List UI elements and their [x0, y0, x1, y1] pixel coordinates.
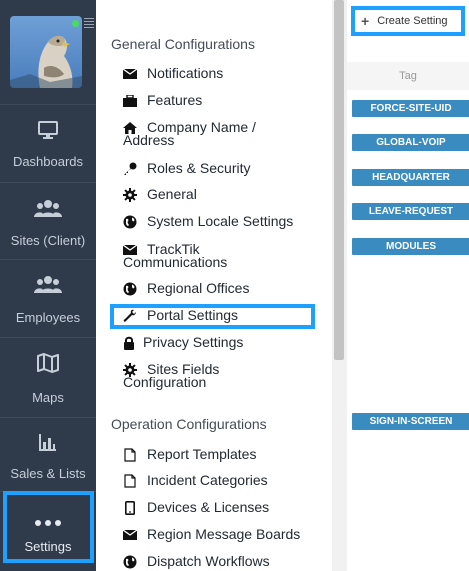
bar-chart-icon	[0, 432, 96, 457]
tag-column-header: Tag	[347, 62, 469, 90]
key-icon	[122, 162, 138, 176]
menu-item-tracktik-communications[interactable]: TrackTik Communications	[122, 242, 273, 269]
tag-headquarter[interactable]: HEADQUARTER	[352, 169, 469, 186]
gear-icon	[122, 188, 138, 202]
menu-item-sites-fields-configuration[interactable]: Sites Fields Configuration	[122, 362, 273, 389]
config-scrollbar-thumb[interactable]	[334, 0, 344, 360]
home-icon	[122, 121, 138, 135]
globe-icon	[122, 555, 138, 569]
monitor-icon	[0, 119, 96, 146]
tag-leave-request[interactable]: LEAVE-REQUEST	[352, 203, 469, 220]
sidebar-item-sites[interactable]: Sites (Client)	[0, 182, 96, 259]
menu-item-dispatch-workflows[interactable]: Dispatch Workflows	[122, 554, 270, 569]
envelope-icon	[122, 243, 138, 257]
profile-area	[0, 0, 96, 104]
portal-settings-highlight	[110, 304, 315, 329]
sidebar-item-label: Employees	[15, 310, 81, 325]
gear-icon	[122, 363, 138, 377]
briefcase-icon	[122, 94, 138, 108]
menu-item-privacy-settings[interactable]: Privacy Settings	[121, 335, 243, 350]
create-setting-label: Create Setting	[377, 15, 448, 27]
menu-item-system-locale-settings[interactable]: System Locale Settings	[122, 214, 293, 229]
people-icon	[0, 273, 96, 300]
file-icon	[122, 474, 138, 488]
mobile-icon	[122, 501, 138, 515]
tag-global-voip[interactable]: GLOBAL-VOIP	[352, 134, 469, 151]
general-configurations-heading: General Configurations	[111, 36, 255, 52]
menu-item-roles-security[interactable]: Roles & Security	[122, 161, 250, 176]
menu-item-incident-categories[interactable]: Incident Categories	[122, 473, 268, 488]
sidebar-item-label: Sites (Client)	[10, 233, 86, 248]
create-setting-button[interactable]: + Create Setting	[351, 6, 465, 36]
sidebar-item-label: Sales & Lists	[10, 466, 86, 481]
file-icon	[122, 448, 138, 462]
sidebar-item-label: Dashboards	[12, 154, 84, 169]
settings-highlight	[3, 491, 94, 563]
menu-item-devices-licenses[interactable]: Devices & Licenses	[122, 500, 269, 515]
menu-item-features[interactable]: Features	[122, 93, 202, 108]
hamburger-icon[interactable]	[84, 18, 94, 30]
sidebar-item-sales-lists[interactable]: Sales & Lists	[0, 417, 96, 491]
sidebar-item-maps[interactable]: Maps	[0, 337, 96, 417]
menu-item-general[interactable]: General	[122, 187, 197, 202]
avatar[interactable]	[10, 16, 82, 88]
envelope-icon	[122, 67, 138, 81]
tag-modules[interactable]: MODULES	[352, 238, 469, 255]
globe-icon	[122, 282, 138, 296]
sidebar-item-label: Maps	[32, 390, 64, 405]
sidebar-item-dashboards[interactable]: Dashboards	[0, 104, 96, 182]
tag-sign-in-screen[interactable]: SIGN-IN-SCREEN	[352, 413, 469, 430]
operation-configurations-heading: Operation Configurations	[111, 416, 267, 432]
map-icon	[0, 352, 96, 379]
envelope-icon	[122, 528, 138, 542]
people-icon	[0, 197, 96, 224]
menu-item-report-templates[interactable]: Report Templates	[122, 447, 256, 462]
menu-item-company-name-address[interactable]: Company Name / Address	[122, 120, 273, 147]
menu-item-regional-offices[interactable]: Regional Offices	[122, 281, 249, 296]
menu-item-notifications[interactable]: Notifications	[122, 66, 223, 81]
globe-icon	[122, 215, 138, 229]
sidebar-item-employees[interactable]: Employees	[0, 259, 96, 337]
online-status-dot	[72, 20, 79, 27]
plus-icon: +	[361, 13, 370, 29]
tag-force-site-uid[interactable]: FORCE-SITE-UID	[352, 100, 469, 117]
menu-item-region-message-boards[interactable]: Region Message Boards	[122, 527, 300, 542]
lock-icon	[121, 336, 137, 350]
